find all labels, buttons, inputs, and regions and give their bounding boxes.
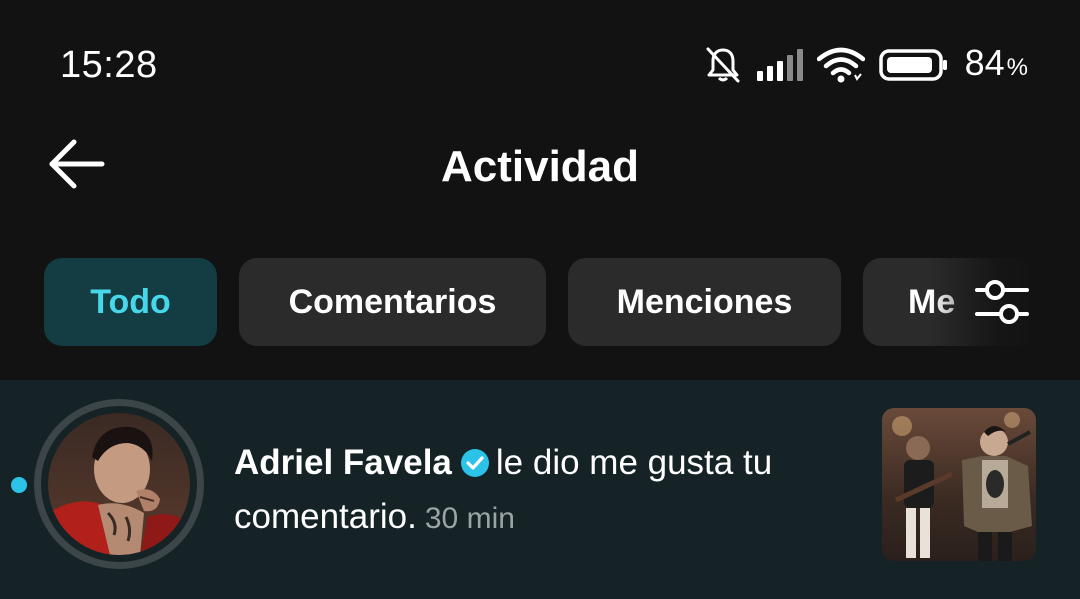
notification-text: Adriel Favela le dio me gusta tu comentar… <box>234 438 834 544</box>
filter-settings-button[interactable] <box>970 272 1034 336</box>
chip-comentarios[interactable]: Comentarios <box>239 258 546 346</box>
avatar <box>48 413 190 555</box>
sliders-icon <box>975 277 1029 332</box>
status-icons: 84% <box>703 40 1028 90</box>
notification-username[interactable]: Adriel Favela <box>234 443 452 482</box>
activity-screen: 15:28 84% Actividad Todo Comentarios Men… <box>0 0 1080 599</box>
notification-time: 30 min <box>424 502 515 535</box>
filter-chips: Todo Comentarios Menciones Me <box>44 258 1080 346</box>
wifi-icon <box>816 47 865 83</box>
page-title: Actividad <box>440 142 640 191</box>
chip-menciones[interactable]: Menciones <box>568 258 841 346</box>
battery-level: 84% <box>964 41 1028 83</box>
chip-todo[interactable]: Todo <box>44 258 217 346</box>
avatar-story-ring[interactable] <box>34 399 204 569</box>
bell-muted-icon <box>703 45 743 85</box>
status-time: 15:28 <box>60 44 158 86</box>
battery-icon <box>878 48 949 82</box>
signal-icon <box>756 49 803 81</box>
verified-badge-icon <box>460 442 490 492</box>
video-thumbnail[interactable] <box>882 408 1036 561</box>
unread-indicator <box>11 477 27 493</box>
